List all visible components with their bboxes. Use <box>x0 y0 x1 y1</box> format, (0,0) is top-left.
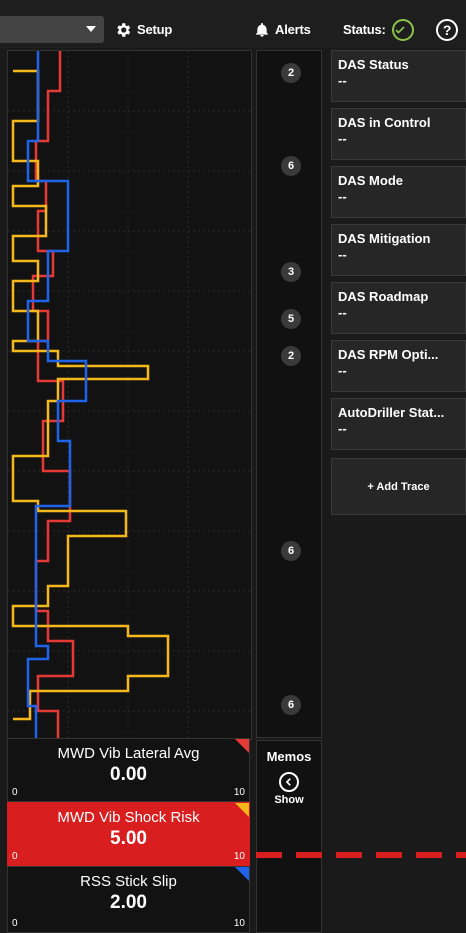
chevron-down-icon <box>86 26 96 32</box>
panel-das-in-control[interactable]: DAS in Control -- <box>331 108 466 160</box>
panel-title: DAS Roadmap <box>338 289 429 304</box>
panel-das-mitigation[interactable]: DAS Mitigation -- <box>331 224 466 276</box>
red-trace <box>31 51 75 739</box>
gauge-title: MWD Vib Shock Risk <box>57 809 200 826</box>
panel-das-mode[interactable]: DAS Mode -- <box>331 166 466 218</box>
gauge-max: 10 <box>233 851 245 862</box>
memo-badge[interactable]: 6 <box>281 541 301 561</box>
track-dropdown[interactable] <box>0 16 104 43</box>
panel-value: -- <box>338 131 347 146</box>
panel-das-status[interactable]: DAS Status -- <box>331 50 466 102</box>
check-circle-icon <box>391 18 414 41</box>
status-indicator[interactable]: Status: <box>343 16 414 43</box>
gauge-mwd-vib-shock[interactable]: MWD Vib Shock Risk 5.00 0 10 <box>7 802 250 866</box>
show-memos-button[interactable]: Show <box>257 794 321 806</box>
panel-title: AutoDriller Stat... <box>338 405 445 420</box>
memo-track[interactable]: 2 6 3 5 2 6 6 <box>256 50 322 738</box>
alerts-label: Alerts <box>275 22 311 37</box>
panel-title: DAS RPM Opti... <box>338 347 439 362</box>
panel-das-rpm-opti[interactable]: DAS RPM Opti... -- <box>331 340 466 392</box>
help-button[interactable]: ? <box>436 16 458 43</box>
chevron-left-icon[interactable] <box>279 772 299 792</box>
memo-badge[interactable]: 2 <box>281 63 301 83</box>
panel-title: DAS Mode <box>338 173 403 188</box>
add-trace-button[interactable]: + Add Trace <box>331 458 466 515</box>
bell-icon <box>256 22 268 37</box>
panel-value: -- <box>338 189 347 204</box>
panel-title: DAS in Control <box>338 115 431 130</box>
panel-das-roadmap[interactable]: DAS Roadmap -- <box>331 282 466 334</box>
panel-value: -- <box>338 421 347 436</box>
memo-badge[interactable]: 6 <box>281 156 301 176</box>
gauge-title: MWD Vib Lateral Avg <box>57 745 200 762</box>
gauge-min: 0 <box>12 787 18 798</box>
gauge-min: 0 <box>12 918 18 929</box>
help-icon: ? <box>436 18 458 41</box>
log-chart <box>8 51 251 739</box>
gauge-value: 5.00 <box>110 828 147 849</box>
top-bar: Setup Alerts Status: ? <box>0 0 466 48</box>
gauge-min: 0 <box>12 851 18 862</box>
log-chart-track[interactable] <box>7 50 252 740</box>
panel-title: DAS Mitigation <box>338 231 431 246</box>
alerts-button[interactable]: Alerts <box>254 16 311 43</box>
panel-value: -- <box>338 247 347 262</box>
memo-badge[interactable]: 5 <box>281 309 301 329</box>
panel-autodriller-status[interactable]: AutoDriller Stat... -- <box>331 398 466 450</box>
panel-value: -- <box>338 363 347 378</box>
gear-icon <box>117 22 131 37</box>
gauge-mwd-vib-lateral[interactable]: MWD Vib Lateral Avg 0.00 0 10 <box>7 738 250 802</box>
memo-badge[interactable]: 3 <box>281 262 301 282</box>
gauge-title: RSS Stick Slip <box>80 873 177 890</box>
gauge-max: 10 <box>233 918 245 929</box>
panel-value: -- <box>338 305 347 320</box>
setup-button[interactable]: Setup <box>114 16 172 43</box>
memo-badge[interactable]: 6 <box>281 695 301 715</box>
gauge-max: 10 <box>233 787 245 798</box>
panel-value: -- <box>338 73 347 88</box>
setup-label: Setup <box>137 22 173 37</box>
panel-title: DAS Status <box>338 57 409 72</box>
memo-badge[interactable]: 2 <box>281 346 301 366</box>
gauge-value: 0.00 <box>110 764 147 785</box>
gauge-rss-stick-slip[interactable]: RSS Stick Slip 2.00 0 10 <box>7 866 250 933</box>
gauge-value: 2.00 <box>110 892 147 913</box>
threshold-dashed-line <box>256 852 466 858</box>
memos-title: Memos <box>266 749 312 764</box>
memo-footer: Memos Show <box>256 740 322 933</box>
status-label: Status: <box>343 22 386 37</box>
